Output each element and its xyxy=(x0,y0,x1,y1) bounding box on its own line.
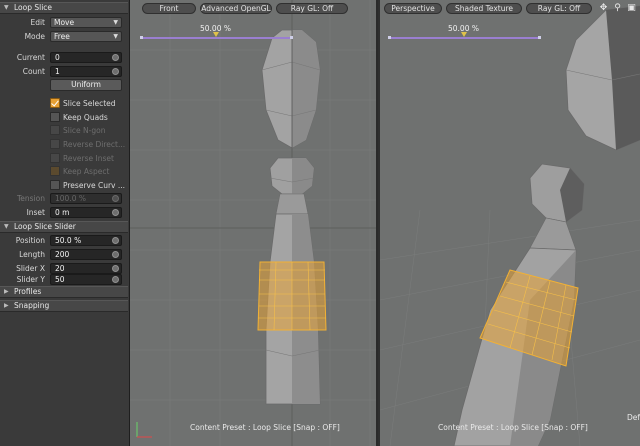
loop-slice-slider-section-header[interactable]: ▼ Loop Slice Slider xyxy=(0,221,128,233)
move-view-icon[interactable]: ✥ xyxy=(598,3,609,14)
front-viewport[interactable]: Front Advanced OpenGL Ray GL: Off 50.00 … xyxy=(130,0,378,446)
perspective-viewport[interactable]: Perspective Shaded Texture Ray GL: Off ✥… xyxy=(380,0,640,446)
dial-icon[interactable] xyxy=(112,68,119,75)
shading-mode-button[interactable]: Shaded Texture xyxy=(446,3,522,14)
count-field[interactable]: 1 xyxy=(50,66,122,77)
current-label: Current xyxy=(16,53,45,62)
dial-icon[interactable] xyxy=(112,251,119,258)
keep-aspect-label: Keep Aspect xyxy=(63,167,110,176)
profiles-section-header[interactable]: ▶ Profiles xyxy=(0,286,128,298)
perspective-viewport-canvas xyxy=(380,5,640,446)
slider-start-handle[interactable] xyxy=(140,36,143,39)
slice-ngon-label: Slice N-gon xyxy=(63,126,106,135)
loop-slice-slider-track[interactable] xyxy=(390,37,540,39)
expand-arrow-icon: ▶ xyxy=(4,302,9,309)
bottle-mesh-front xyxy=(257,29,327,405)
reverse-direction-checkbox[interactable] xyxy=(50,139,60,149)
reverse-direction-label: Reverse Direct... xyxy=(63,140,126,149)
mode-label: Mode xyxy=(24,32,45,41)
chevron-down-icon: ▼ xyxy=(113,19,118,26)
loop-slice-slider-track[interactable] xyxy=(142,37,292,39)
front-viewport-canvas xyxy=(130,0,376,446)
tension-field[interactable]: 100.0 % xyxy=(50,193,122,204)
bottle-mesh-perspective xyxy=(453,5,640,446)
slider-x-label: Slider X xyxy=(16,264,45,273)
chevron-down-icon: ▼ xyxy=(113,33,118,40)
position-field[interactable]: 50.0 % xyxy=(50,235,122,246)
expand-arrow-icon: ▶ xyxy=(4,288,9,295)
view-type-front-button[interactable]: Front xyxy=(142,3,196,14)
slider-percent-label: 50.00 % xyxy=(448,24,479,33)
length-label: Length xyxy=(19,250,45,259)
keep-aspect-checkbox[interactable] xyxy=(50,166,60,176)
corner-label: Def xyxy=(626,413,640,422)
collapse-arrow-icon: ▼ xyxy=(4,223,9,230)
dial-icon[interactable] xyxy=(112,54,119,61)
axis-gizmo-icon xyxy=(136,422,152,438)
dial-icon[interactable] xyxy=(112,209,119,216)
reverse-inset-label: Reverse Inset xyxy=(63,154,114,163)
current-field[interactable]: 0 xyxy=(50,52,122,63)
preserve-curvature-checkbox[interactable] xyxy=(50,180,60,190)
inset-field[interactable]: 0 m xyxy=(50,207,122,218)
inset-label: Inset xyxy=(26,208,45,217)
slice-selected-label: Slice Selected xyxy=(63,99,116,108)
reverse-inset-checkbox[interactable] xyxy=(50,153,60,163)
count-label: Count xyxy=(22,67,45,76)
slider-percent-label: 50.00 % xyxy=(200,24,231,33)
keep-quads-label: Keep Quads xyxy=(63,113,108,122)
maximize-icon[interactable]: ▣ xyxy=(626,3,637,14)
edit-label: Edit xyxy=(30,18,45,27)
slider-y-label: Slider Y xyxy=(16,275,45,284)
uniform-button[interactable]: Uniform xyxy=(50,79,122,91)
slider-end-handle[interactable] xyxy=(538,36,541,39)
slider-end-handle[interactable] xyxy=(290,36,293,39)
dial-icon[interactable] xyxy=(112,265,119,272)
length-field[interactable]: 200 xyxy=(50,249,122,260)
slider-start-handle[interactable] xyxy=(388,36,391,39)
slice-selected-checkbox[interactable] xyxy=(50,98,60,108)
preserve-curvature-label: Preserve Curv ... xyxy=(63,181,126,190)
viewport-status-text: Content Preset : Loop Slice [Snap : OFF] xyxy=(190,423,340,432)
slider-x-field[interactable]: 20 xyxy=(50,263,122,274)
dial-icon[interactable] xyxy=(112,237,119,244)
keep-quads-checkbox[interactable] xyxy=(50,112,60,122)
ray-gl-button[interactable]: Ray GL: Off xyxy=(526,3,592,14)
ray-gl-button[interactable]: Ray GL: Off xyxy=(276,3,348,14)
tension-label: Tension xyxy=(16,194,45,203)
edit-dropdown[interactable]: Move ▼ xyxy=(50,17,122,28)
dial-icon[interactable] xyxy=(112,195,119,202)
shading-mode-button[interactable]: Advanced OpenGL xyxy=(200,3,272,14)
modo-window: ▼ Loop Slice Edit Move ▼ Mode Free ▼ Curren… xyxy=(0,0,640,446)
slice-ngon-checkbox[interactable] xyxy=(50,125,60,135)
viewport-status-text: Content Preset : Loop Slice [Snap : OFF] xyxy=(438,423,588,432)
snapping-section-header[interactable]: ▶ Snapping xyxy=(0,300,128,312)
position-label: Position xyxy=(15,236,45,245)
slider-y-field[interactable]: 50 xyxy=(50,274,122,285)
tool-properties-panel: ▼ Loop Slice Edit Move ▼ Mode Free ▼ Curren… xyxy=(0,0,130,446)
view-type-perspective-button[interactable]: Perspective xyxy=(384,3,442,14)
collapse-arrow-icon: ▼ xyxy=(4,4,9,11)
dial-icon[interactable] xyxy=(112,276,119,283)
mode-dropdown[interactable]: Free ▼ xyxy=(50,31,122,42)
loop-slice-section-header[interactable]: ▼ Loop Slice xyxy=(0,2,128,14)
zoom-icon[interactable]: ⚲ xyxy=(612,3,623,14)
